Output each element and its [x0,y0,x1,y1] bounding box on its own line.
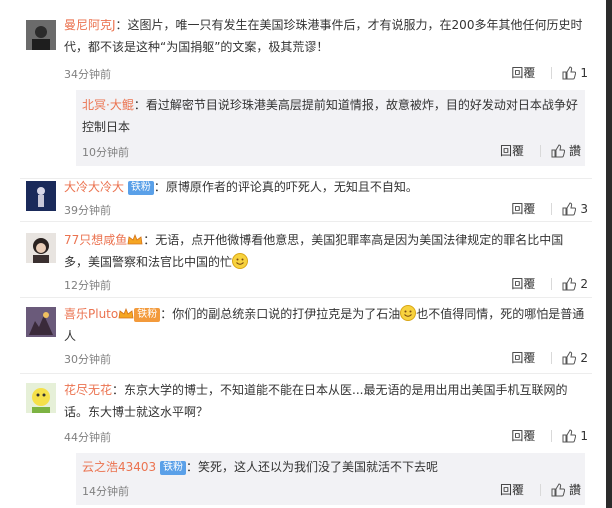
scrollbar[interactable] [606,0,612,508]
timestamp: 10分钟前 [82,146,129,159]
comment-actions: 回覆 1 [511,427,588,444]
divider [551,277,553,290]
like-count: 1 [580,65,588,80]
reply-button[interactable]: 回覆 [511,275,535,292]
like-button[interactable]: 3 [562,202,588,216]
smile-emoji-icon [232,253,249,269]
avatar[interactable] [26,383,56,413]
like-button[interactable]: 1 [562,66,588,80]
avatar[interactable] [26,307,56,337]
thumbs-up-icon [551,482,565,496]
timestamp: 39分钟前 [64,204,111,217]
thumbs-up-icon [562,201,577,215]
subreply: 北冥·大鲲：看过解密节目说珍珠港美高层提前知道情报，故意被炸，目的好发动对日本战… [76,90,585,166]
divider [539,483,541,496]
subreply: 云之浩43403 铁粉 ：笑死，这人还以为我们没了美国就活不下去呢 14分钟前 回… [76,453,585,505]
comment-actions: 回覆 2 [511,275,588,292]
username[interactable]: 云之浩43403 [82,460,156,474]
reply-button[interactable]: 回覆 [500,142,524,159]
reply-button[interactable]: 回覆 [511,200,535,217]
username[interactable]: 77只想咸鱼 [64,233,127,247]
comment-text: 曼尼阿克J：这图片，唯一只有发生在美国珍珠港事件后，才有说服力，在200多年其他… [64,18,583,54]
thumbs-up-icon [551,143,565,157]
thumbs-up-icon [562,65,577,79]
like-label: 讚 [568,144,581,158]
like-label: 讚 [568,483,581,497]
avatar[interactable] [26,20,56,50]
comment-text: 77只想咸鱼 ：无语，点开他微博看他意思，美国犯罪率高是因为美国法律规定的罪名比中… [64,233,564,269]
divider [551,202,553,215]
username[interactable]: 喜乐Pluto [64,307,118,321]
comment-item: 曼尼阿克J：这图片，唯一只有发生在美国珍珠港事件后，才有说服力，在200多年其他… [20,0,592,179]
like-count: 2 [580,276,588,291]
fan-badge: 铁粉 [160,461,187,475]
timestamp: 12分钟前 [64,279,111,292]
reply-button[interactable]: 回覆 [511,64,535,81]
reply-button[interactable]: 回覆 [511,427,535,444]
username[interactable]: 曼尼阿克J [64,18,116,32]
divider [539,144,541,157]
divider [551,66,553,79]
comment-actions: 回覆 3 [511,200,588,217]
comment-text: 大冷大冷大 铁粉 ：原博原作者的评论真的吓死人，无知且不自知。 [64,180,418,195]
comment-text: 喜乐Pluto 铁粉 ：你们的副总统亲口说的打伊拉克是为了石油 也不值得同情，死的哪怕… [64,305,585,343]
like-count: 2 [580,350,588,365]
reply-button[interactable]: 回覆 [500,481,524,498]
subreply-actions: 回覆 讚 [500,481,581,498]
reply-button[interactable]: 回覆 [511,349,535,366]
like-button[interactable]: 讚 [551,142,581,159]
like-count: 3 [580,201,588,216]
subreply-actions: 回覆 讚 [500,142,581,159]
thumbs-up-icon [562,350,577,364]
comment-text: 花尽无花：东京大学的博士，不知道能不能在日本从医...最无语的是用出用出美国手机… [64,383,568,419]
thumbs-up-icon [562,428,577,442]
timestamp: 44分钟前 [64,431,111,444]
comment-item: 77只想咸鱼 ：无语，点开他微博看他意思，美国犯罪率高是因为美国法律规定的罪名比中… [20,221,592,298]
thumbs-up-icon [562,276,577,290]
username[interactable]: 北冥·大鲲 [82,98,134,112]
comment-actions: 回覆 2 [511,349,588,366]
like-count: 1 [580,428,588,443]
crown-icon [118,308,134,319]
timestamp: 30分钟前 [64,353,111,366]
like-button[interactable]: 1 [562,429,588,443]
comment-item: 花尽无花：东京大学的博士，不知道能不能在日本从医...最无语的是用出用出美国手机… [20,373,592,508]
avatar[interactable] [26,181,56,211]
username[interactable]: 大冷大冷大 [64,180,124,194]
fan-badge: 铁粉 [134,308,161,322]
comment-item: 大冷大冷大 铁粉 ：原博原作者的评论真的吓死人，无知且不自知。 39分钟前 回覆 … [20,178,592,222]
divider [551,429,553,442]
comment-actions: 回覆 1 [511,64,588,81]
username[interactable]: 花尽无花 [64,383,112,397]
crown-icon [127,234,143,245]
avatar[interactable] [26,233,56,263]
comment-item: 喜乐Pluto 铁粉 ：你们的副总统亲口说的打伊拉克是为了石油 也不值得同情，死的哪怕… [20,297,592,374]
timestamp: 14分钟前 [82,485,129,498]
like-button[interactable]: 2 [562,351,588,365]
like-button[interactable]: 讚 [551,481,581,498]
timestamp: 34分钟前 [64,68,111,81]
smile-emoji-icon [400,305,417,321]
fan-badge: 铁粉 [127,181,154,195]
like-button[interactable]: 2 [562,277,588,291]
divider [551,351,553,364]
